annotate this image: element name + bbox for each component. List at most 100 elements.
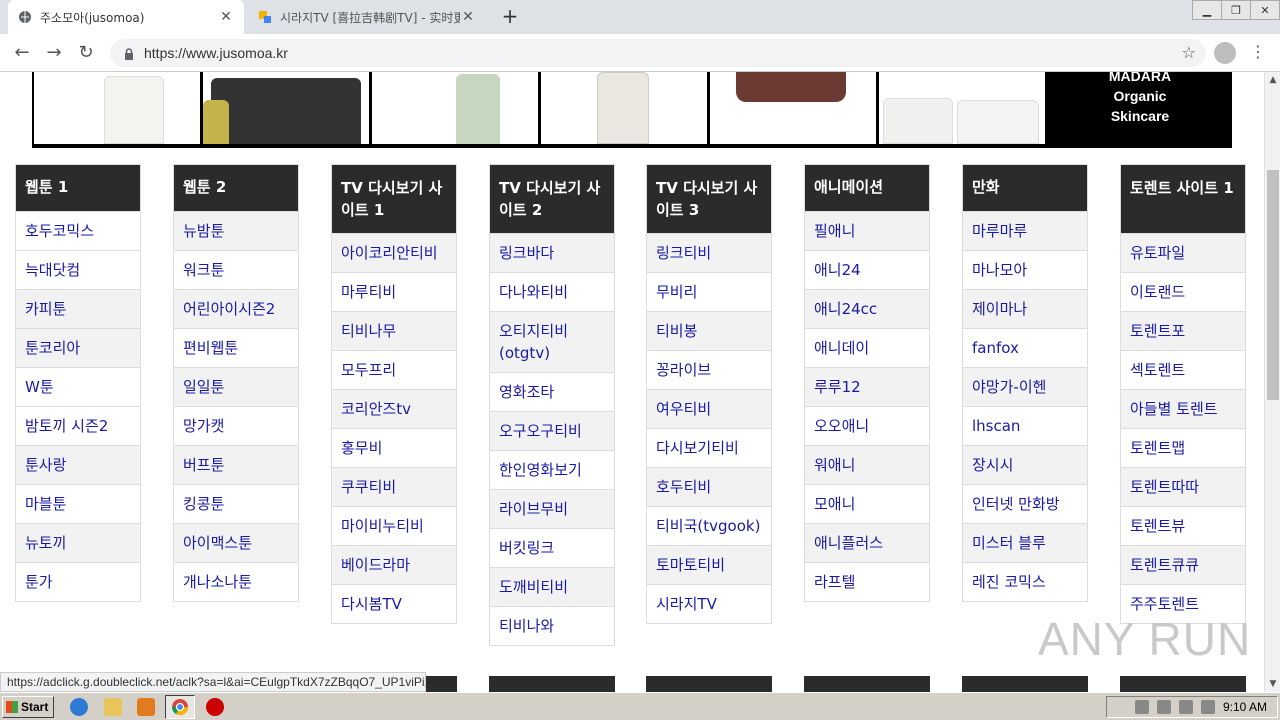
- profile-avatar-icon[interactable]: [1214, 42, 1236, 64]
- site-link[interactable]: 애니플러스: [805, 523, 929, 562]
- site-link[interactable]: 일일툰: [174, 367, 298, 406]
- site-link[interactable]: 영화조타: [490, 372, 614, 411]
- site-link[interactable]: 툰가: [16, 562, 140, 601]
- scroll-up-icon[interactable]: ▲: [1265, 72, 1280, 88]
- site-link[interactable]: 유토파일: [1121, 233, 1245, 272]
- ad-banner-text[interactable]: MADARA Organic Skincare: [1048, 72, 1232, 148]
- site-link[interactable]: 베이드라마: [332, 545, 456, 584]
- site-link[interactable]: 다시봄TV: [332, 584, 456, 623]
- site-link[interactable]: 편비웹툰: [174, 328, 298, 367]
- site-link[interactable]: 애니24: [805, 250, 929, 289]
- tab-jusomoa[interactable]: 주소모아(jusomoa) ✕: [8, 0, 244, 34]
- reload-icon[interactable]: ↻: [74, 41, 98, 65]
- site-link[interactable]: 링크티비: [647, 233, 771, 272]
- site-link[interactable]: 다나와티비: [490, 272, 614, 311]
- tray-expand-icon[interactable]: [1134, 700, 1149, 714]
- site-link[interactable]: 코리안즈tv: [332, 389, 456, 428]
- page-scrollbar[interactable]: ▲ ▼: [1264, 72, 1280, 692]
- site-link[interactable]: 링크바다: [490, 233, 614, 272]
- site-link[interactable]: 호두티비: [647, 467, 771, 506]
- site-link[interactable]: 마루티비: [332, 272, 456, 311]
- forward-arrow-icon[interactable]: →: [42, 41, 66, 65]
- ad-banner[interactable]: MADARA Organic Skincare: [32, 72, 1232, 148]
- ad-product-image[interactable]: [372, 72, 538, 144]
- site-link[interactable]: 필애니: [805, 211, 929, 250]
- stop-icon[interactable]: [206, 698, 224, 716]
- site-link[interactable]: 미스터 블루: [963, 523, 1087, 562]
- ad-product-image[interactable]: [203, 72, 369, 144]
- site-link[interactable]: 티비국(tvgook): [647, 506, 771, 545]
- address-bar[interactable]: https://www.jusomoa.kr ☆: [110, 39, 1206, 67]
- site-link[interactable]: 라이브무비: [490, 489, 614, 528]
- flag-icon[interactable]: [1200, 700, 1215, 714]
- ad-product-image[interactable]: [879, 72, 1045, 144]
- site-link[interactable]: 마루마루: [963, 211, 1087, 250]
- site-link[interactable]: 툰사랑: [16, 445, 140, 484]
- site-link[interactable]: 토마토티비: [647, 545, 771, 584]
- network-icon[interactable]: [1178, 700, 1193, 714]
- site-link[interactable]: 뉴밤툰: [174, 211, 298, 250]
- site-link[interactable]: 루루12: [805, 367, 929, 406]
- ad-product-image[interactable]: [34, 72, 200, 144]
- site-link[interactable]: 버프툰: [174, 445, 298, 484]
- site-link[interactable]: 티비나와: [490, 606, 614, 645]
- menu-dots-icon[interactable]: ⋮: [1250, 42, 1266, 64]
- site-link[interactable]: 버킷링크: [490, 528, 614, 567]
- site-link[interactable]: 토렌트따따: [1121, 467, 1245, 506]
- site-link[interactable]: 마이비누티비: [332, 506, 456, 545]
- ad-product-image[interactable]: [541, 72, 707, 144]
- site-link[interactable]: 어린아이시즌2: [174, 289, 298, 328]
- site-link[interactable]: 섹토렌트: [1121, 350, 1245, 389]
- ad-product-image[interactable]: [710, 72, 876, 144]
- back-arrow-icon[interactable]: ←: [10, 41, 34, 65]
- close-tab-icon[interactable]: ✕: [460, 9, 476, 25]
- bookmark-star-icon[interactable]: ☆: [1182, 43, 1196, 62]
- site-link[interactable]: 토렌트뷰: [1121, 506, 1245, 545]
- site-link[interactable]: 아이코리안티비: [332, 233, 456, 272]
- site-link[interactable]: 레진 코믹스: [963, 562, 1087, 601]
- site-link[interactable]: 모애니: [805, 484, 929, 523]
- chrome-taskbar-button[interactable]: [165, 695, 195, 719]
- new-tab-button[interactable]: +: [498, 5, 522, 29]
- site-link[interactable]: 늑대닷컴: [16, 250, 140, 289]
- site-link[interactable]: 아들별 토렌트: [1121, 389, 1245, 428]
- site-link[interactable]: 여우티비: [647, 389, 771, 428]
- site-link[interactable]: 오오애니: [805, 406, 929, 445]
- site-link[interactable]: 토렌트포: [1121, 311, 1245, 350]
- site-link[interactable]: 뉴토끼: [16, 523, 140, 562]
- site-link[interactable]: 애니데이: [805, 328, 929, 367]
- site-link[interactable]: 토렌트큐큐: [1121, 545, 1245, 584]
- media-player-icon[interactable]: [137, 698, 155, 716]
- site-link[interactable]: 무비리: [647, 272, 771, 311]
- site-link[interactable]: 한인영화보기: [490, 450, 614, 489]
- site-link[interactable]: 쿠쿠티비: [332, 467, 456, 506]
- site-link[interactable]: 밤토끼 시즌2: [16, 406, 140, 445]
- volume-icon[interactable]: [1156, 700, 1171, 714]
- site-link[interactable]: 워크툰: [174, 250, 298, 289]
- site-link[interactable]: lhscan: [963, 406, 1087, 445]
- site-link[interactable]: 이토랜드: [1121, 272, 1245, 311]
- site-link[interactable]: 인터넷 만화방: [963, 484, 1087, 523]
- site-link[interactable]: 킹콩툰: [174, 484, 298, 523]
- site-link[interactable]: 모두프리: [332, 350, 456, 389]
- site-link[interactable]: W툰: [16, 367, 140, 406]
- site-link[interactable]: 카피툰: [16, 289, 140, 328]
- close-window-icon[interactable]: ✕: [1250, 0, 1280, 20]
- site-link[interactable]: 워애니: [805, 445, 929, 484]
- site-link[interactable]: 애니24cc: [805, 289, 929, 328]
- minimize-icon[interactable]: ▁: [1192, 0, 1222, 20]
- folder-icon[interactable]: [104, 698, 122, 716]
- site-link[interactable]: 토렌트맵: [1121, 428, 1245, 467]
- site-link[interactable]: 오구오구티비: [490, 411, 614, 450]
- site-link[interactable]: 개나소나툰: [174, 562, 298, 601]
- tab-shirajitv[interactable]: 시라지TV [喜拉吉韩剧TV] - 实时更新 ✕: [248, 0, 486, 34]
- scroll-down-icon[interactable]: ▼: [1265, 676, 1280, 692]
- site-link[interactable]: 라프텔: [805, 562, 929, 601]
- site-link[interactable]: 시라지TV: [647, 584, 771, 623]
- site-link[interactable]: fanfox: [963, 328, 1087, 367]
- internet-explorer-icon[interactable]: [70, 698, 88, 716]
- site-link[interactable]: 제이마나: [963, 289, 1087, 328]
- site-link[interactable]: 툰코리아: [16, 328, 140, 367]
- site-link[interactable]: 마블툰: [16, 484, 140, 523]
- site-link[interactable]: 홍무비: [332, 428, 456, 467]
